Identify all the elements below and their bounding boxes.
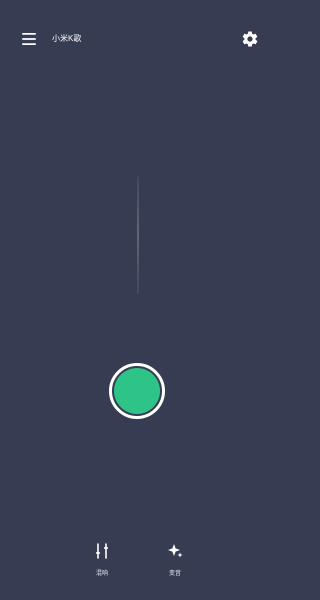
- reverb-label: 混响: [95, 571, 108, 577]
- app-title: 小米K歌: [52, 34, 82, 43]
- voice-change-action[interactable]: 变音: [155, 540, 195, 582]
- sparkle-effects-icon: [166, 542, 184, 560]
- record-button-icon: [114, 368, 160, 414]
- settings-button[interactable]: [241, 30, 259, 48]
- record-button[interactable]: [109, 363, 165, 419]
- voice-change-label: 变音: [168, 571, 181, 577]
- hamburger-menu-icon: [22, 33, 36, 45]
- equalizer-sliders-icon: [93, 542, 111, 560]
- gear-icon: [242, 31, 258, 47]
- top-bar: 小米K歌: [0, 0, 277, 78]
- menu-button[interactable]: [20, 30, 38, 48]
- reverb-action[interactable]: 混响: [82, 540, 122, 582]
- audio-level-line: [137, 176, 139, 294]
- karaoke-screen: 小米K歌 混响 变音: [0, 0, 277, 600]
